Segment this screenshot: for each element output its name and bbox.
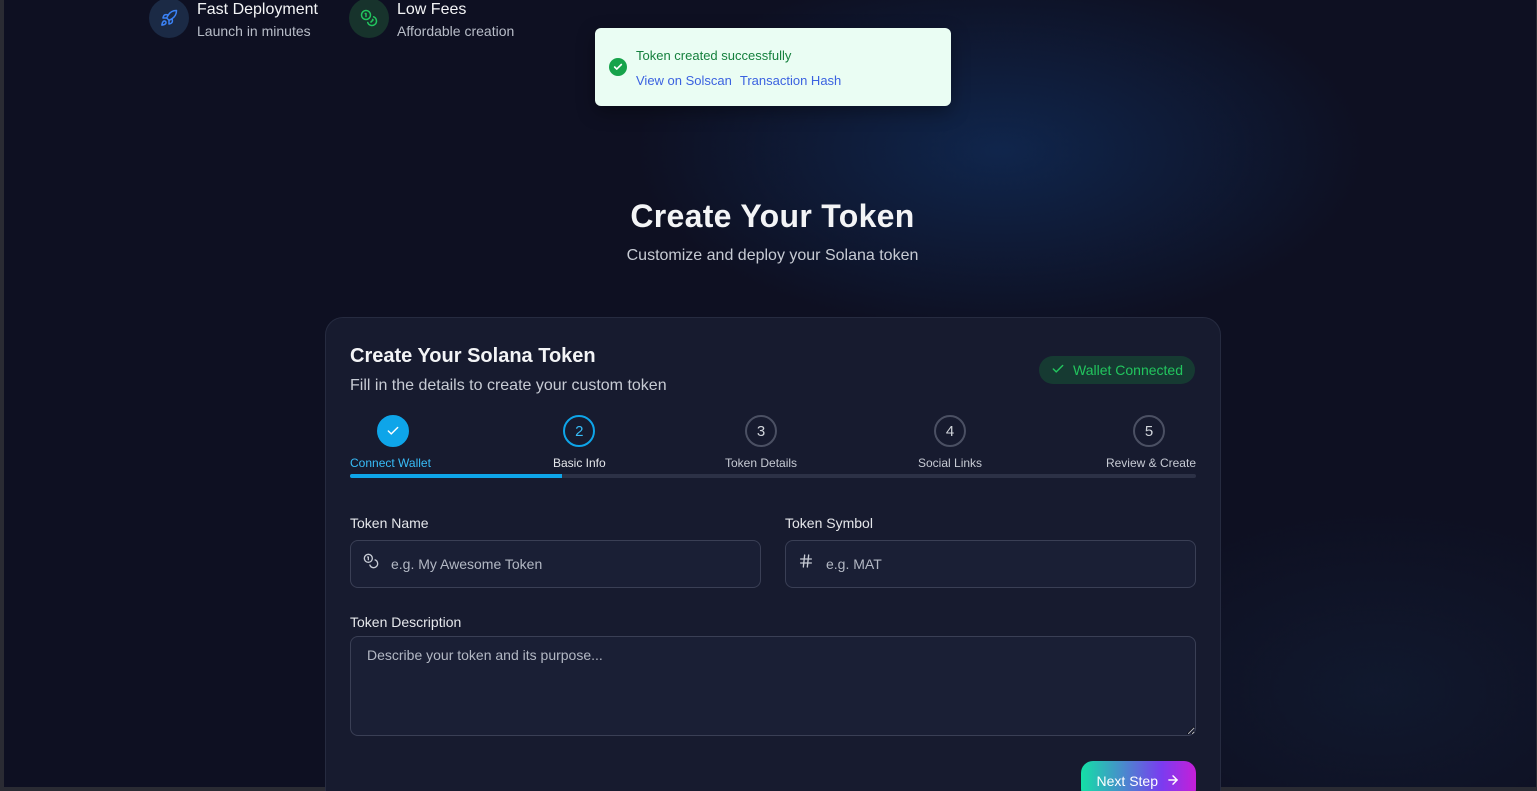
step-number: 5 [1133,415,1165,447]
step-label: Token Details [725,456,798,470]
token-name-field-wrapper [350,540,761,588]
step-basic-info[interactable]: 2 Basic Info [553,415,606,470]
feature-fast-deployment: Fast Deployment Launch in minutes [149,0,318,42]
next-step-button[interactable]: Next Step [1080,761,1196,791]
token-symbol-label: Token Symbol [785,515,873,531]
view-on-solscan-link[interactable]: View on Solscan [636,73,732,88]
token-description-input[interactable] [350,636,1196,736]
check-icon [1051,362,1065,379]
step-number: 3 [745,415,778,447]
page-title: Create Your Token [630,198,915,234]
coins-icon [363,553,379,574]
check-circle-icon [609,58,627,76]
step-label: Review & Create [1105,456,1196,470]
token-name-input[interactable] [351,541,760,587]
feature-subtitle: Launch in minutes [197,23,311,39]
toast-message: Token created successfully [636,47,792,63]
success-toast: Token created successfully View on Solsc… [595,28,951,106]
feature-title: Low Fees [397,1,467,18]
wallet-status-label: Wallet Connected [1073,362,1183,378]
wallet-status-badge: Wallet Connected [1039,356,1195,384]
arrow-right-icon [1166,773,1180,790]
card-title: Create Your Solana Token [350,345,596,367]
hash-icon [798,553,814,574]
step-review-create[interactable]: 5 Review & Create [1106,415,1196,470]
token-description-label: Token Description [350,614,462,630]
step-progress-fill [350,474,562,478]
page-subtitle: Customize and deploy your Solana token [626,247,919,264]
window-left-border [0,0,4,791]
card-subtitle: Fill in the details to create your custo… [350,377,667,394]
feature-low-fees: Low Fees Affordable creation [349,0,514,42]
step-label: Social Links [918,456,983,470]
feature-subtitle: Affordable creation [397,23,515,39]
token-name-label: Token Name [350,515,429,531]
step-check-icon [377,415,409,447]
feature-title: Fast Deployment [197,1,318,18]
step-connect-wallet[interactable]: Connect Wallet [350,415,431,470]
step-social-links[interactable]: 4 Social Links [918,415,982,470]
step-label: Connect Wallet [350,456,431,470]
step-label: Basic Info [553,456,606,470]
step-number: 4 [934,415,967,447]
step-token-details[interactable]: 3 Token Details [725,415,797,470]
step-number: 2 [563,415,596,447]
token-symbol-input[interactable] [786,541,1195,587]
create-token-card: Create Your Solana Token Fill in the det… [325,317,1221,791]
transaction-hash-link[interactable]: Transaction Hash [740,73,841,88]
rocket-icon [149,0,189,38]
coins-icon [349,0,389,38]
step-progress-bar [350,474,1196,478]
next-step-label: Next Step [1096,773,1158,789]
token-symbol-field-wrapper [785,540,1196,588]
